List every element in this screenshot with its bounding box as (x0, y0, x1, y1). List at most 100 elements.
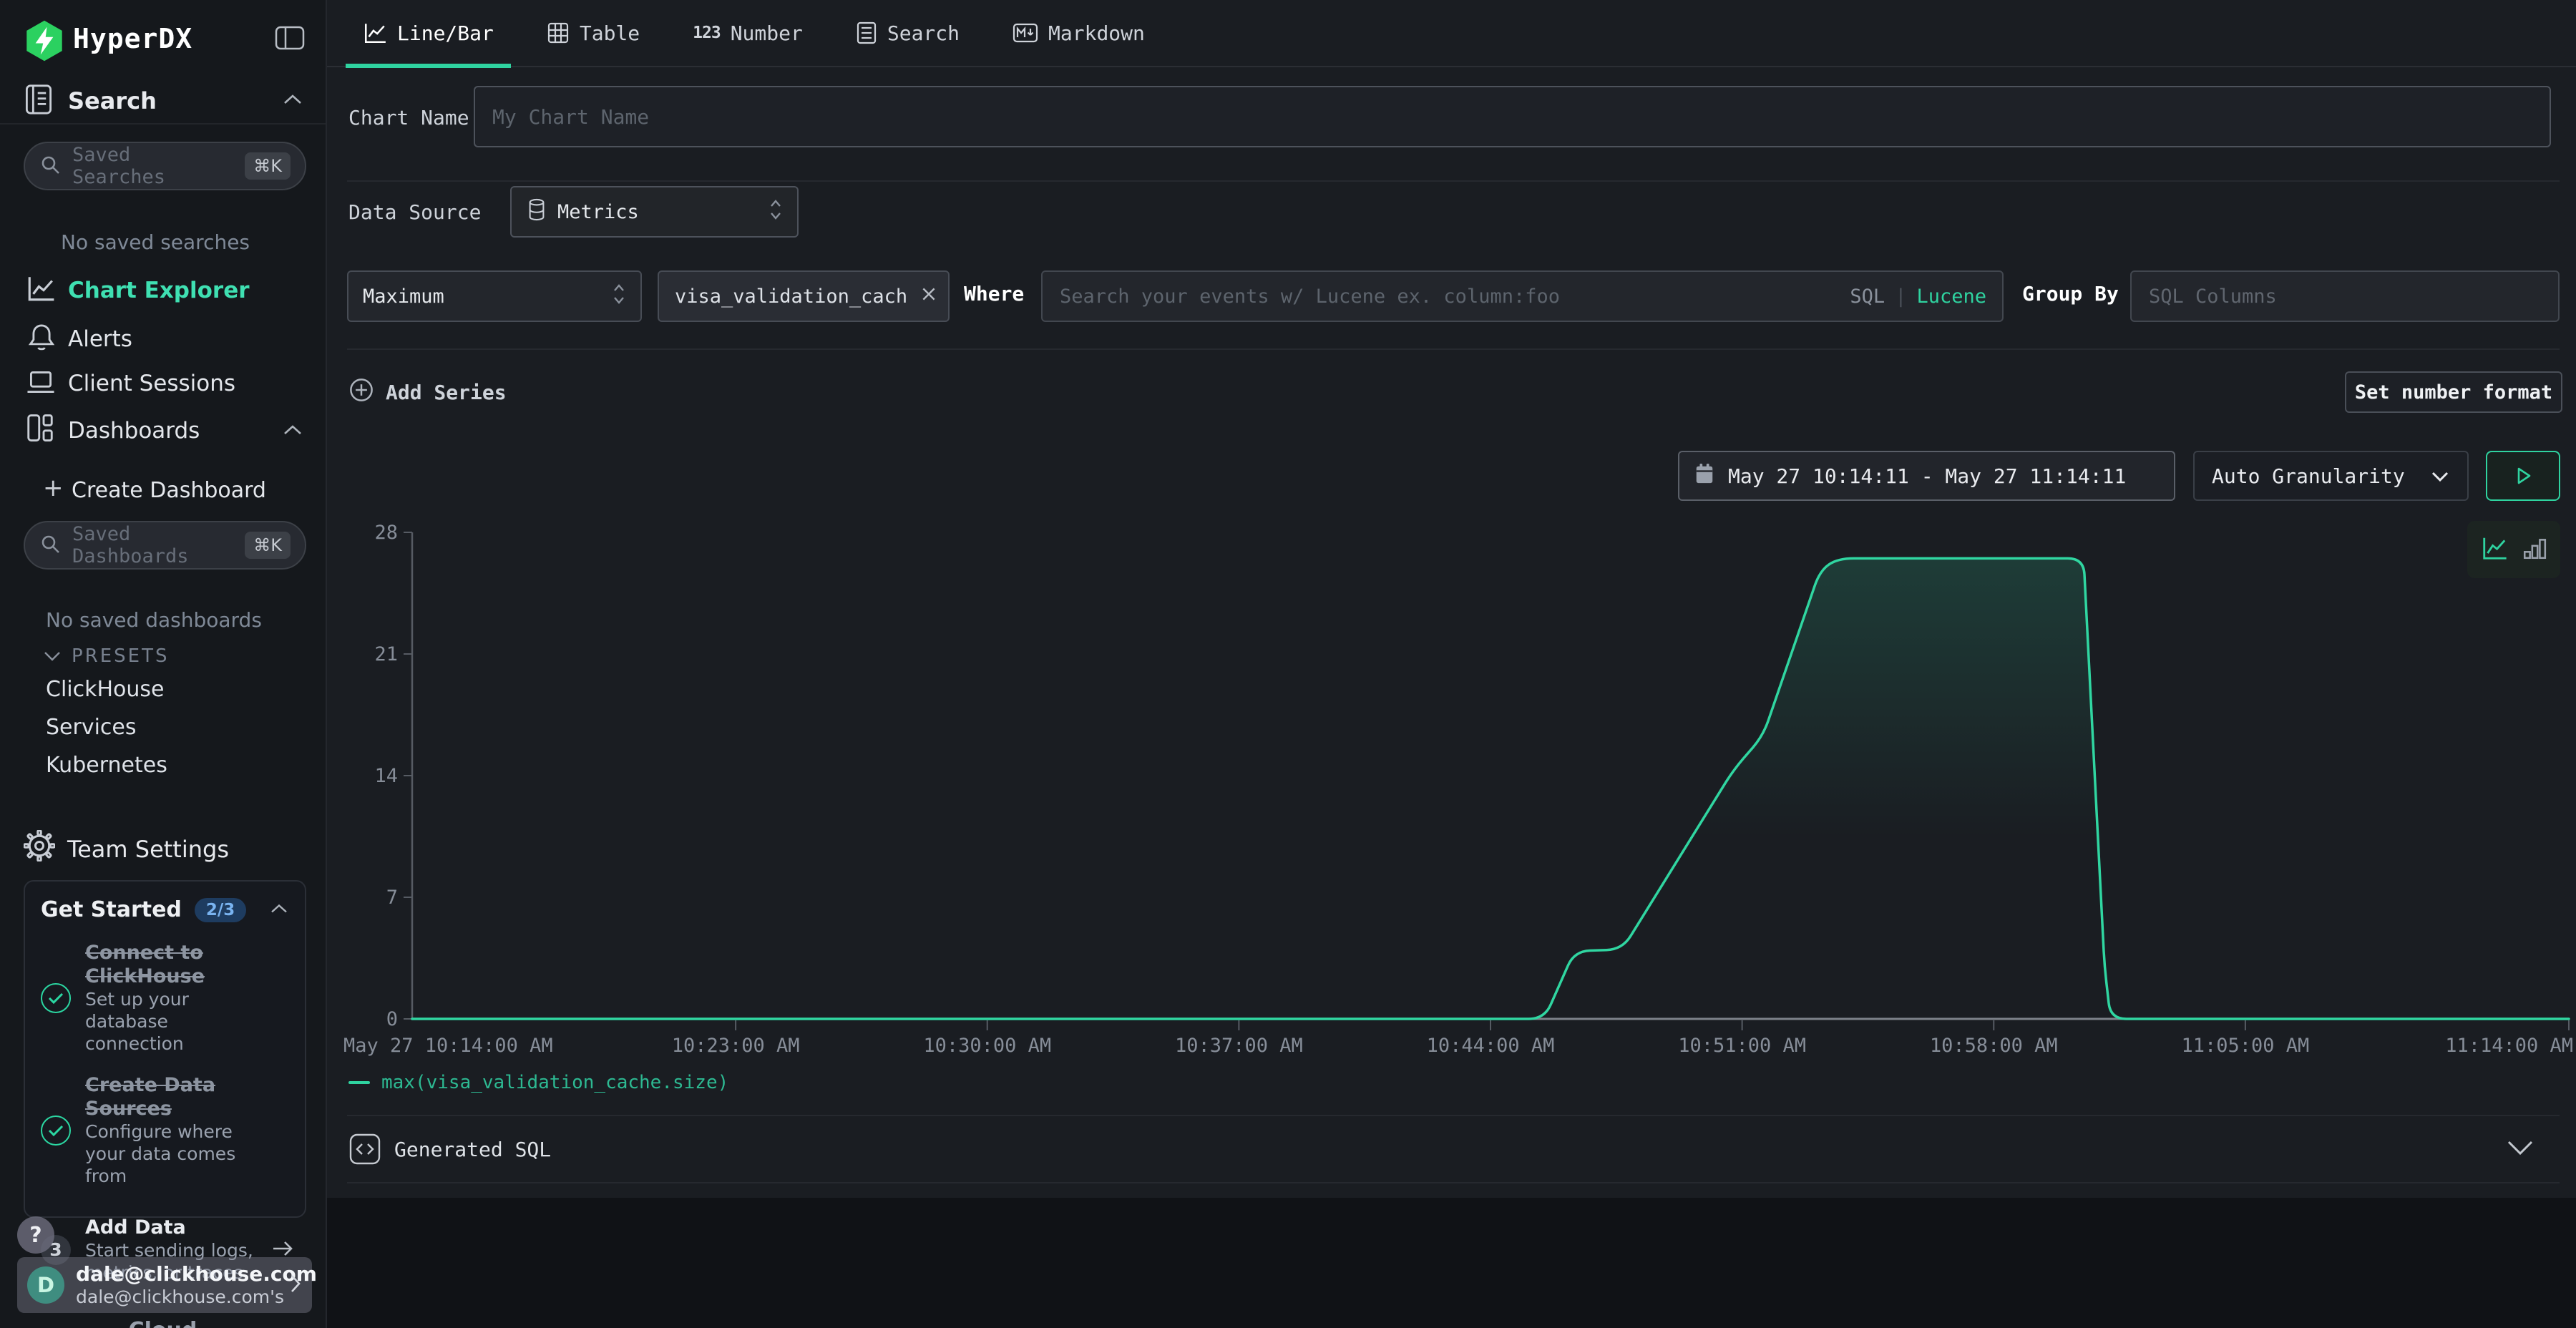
create-dashboard-button[interactable]: Create Dashboard (72, 478, 266, 503)
sidebar-item-dashboards[interactable]: Dashboards (68, 418, 200, 444)
where-search-input[interactable] (1058, 285, 1850, 308)
chevron-right-icon (289, 1273, 302, 1297)
saved-searches-input[interactable]: Saved Searches ⌘K (24, 142, 306, 190)
svg-text:10:30:00 AM: 10:30:00 AM (923, 1035, 1051, 1057)
generated-sql-toggle[interactable]: Generated SQL (394, 1138, 551, 1161)
chart-name-label: Chart Name (348, 106, 469, 130)
tab-line-bar[interactable]: Line/Bar (346, 0, 511, 67)
sidebar-item-team-settings[interactable]: Team Settings (67, 836, 229, 863)
search-collapse-chevron-icon[interactable] (282, 92, 303, 110)
aggregation-select[interactable]: Maximum (347, 270, 642, 322)
line-bar-tab-icon (363, 21, 387, 45)
sidebar-item-alerts[interactable]: Alerts (68, 326, 132, 352)
metric-field-tag[interactable]: visa_validation_cach (658, 270, 950, 322)
collapse-sidebar-icon[interactable] (274, 23, 306, 56)
svg-text:28: 28 (374, 522, 398, 544)
help-button[interactable]: ? (17, 1216, 54, 1254)
sql-mode-toggle[interactable]: SQL (1850, 285, 1885, 308)
svg-text:10:37:00 AM: 10:37:00 AM (1175, 1035, 1303, 1057)
where-input-group: SQL | Lucene (1041, 270, 2004, 322)
group-by-input[interactable] (2130, 270, 2560, 322)
svg-text:May 27 10:14:00 AM: May 27 10:14:00 AM (343, 1035, 553, 1057)
tab-label: Table (580, 21, 640, 45)
tab-label: Search (887, 21, 960, 45)
section-divider (347, 180, 2560, 182)
tab-table[interactable]: Table (530, 0, 657, 67)
presets-header[interactable]: PRESETS (72, 645, 170, 667)
sidebar-divider (0, 123, 326, 125)
app-title: HyperDX (73, 23, 192, 54)
saved-searches-shortcut: ⌘K (245, 152, 291, 180)
no-saved-dashboards-note: No saved dashboards (46, 608, 262, 632)
user-email: dale@clickhouse.com (76, 1262, 278, 1286)
legend-label: max(visa_validation_cache.size) (381, 1072, 728, 1093)
granularity-select[interactable]: Auto Granularity (2193, 451, 2469, 501)
saved-dashboards-input[interactable]: Saved Dashboards ⌘K (24, 521, 306, 570)
svg-text:0: 0 (386, 1008, 398, 1030)
saved-dashboards-placeholder: Saved Dashboards (72, 523, 233, 567)
get-started-collapse-chevron-icon[interactable] (269, 902, 289, 919)
avatar: D (27, 1266, 64, 1304)
step-title: Add Data (85, 1216, 257, 1239)
tab-number[interactable]: 123 Number (675, 0, 820, 67)
laptop-icon (26, 368, 56, 399)
search-icon (39, 154, 61, 178)
chart-legend[interactable]: max(visa_validation_cache.size) (348, 1072, 728, 1093)
saved-searches-placeholder: Saved Searches (72, 144, 233, 188)
number-123-icon: 123 (693, 24, 721, 42)
get-started-step-connect[interactable]: Connect to ClickHouse Set up your databa… (41, 941, 289, 1055)
set-number-format-button[interactable]: Set number format (2345, 371, 2562, 413)
chevron-down-icon[interactable] (2504, 1138, 2536, 1161)
check-circle-icon (41, 1115, 71, 1146)
user-menu[interactable]: D dale@clickhouse.com dale@clickhouse.co… (17, 1257, 312, 1313)
svg-text:10:51:00 AM: 10:51:00 AM (1678, 1035, 1806, 1057)
markdown-tab-icon (1013, 22, 1038, 44)
check-circle-icon (41, 983, 71, 1013)
add-series-button[interactable]: Add Series (348, 377, 507, 408)
chart-name-input[interactable] (474, 86, 2551, 147)
svg-text:7: 7 (386, 887, 398, 909)
date-range-picker[interactable]: May 27 10:14:11 - May 27 11:14:11 (1678, 451, 2175, 501)
sidebar-section-search[interactable]: Search (68, 87, 157, 114)
svg-text:11:14:00 AM: 11:14:00 AM (2445, 1035, 2573, 1057)
tab-markdown[interactable]: Markdown (995, 0, 1162, 67)
preset-item-kubernetes[interactable]: Kubernetes (46, 753, 167, 778)
chart-area-fill (412, 558, 2569, 1019)
data-source-select[interactable]: Metrics (510, 186, 799, 238)
page-footer-area (327, 1198, 2576, 1328)
close-icon[interactable] (920, 285, 937, 308)
tab-label: Line/Bar (397, 21, 494, 45)
mode-separator: | (1895, 285, 1906, 308)
get-started-step-datasources[interactable]: Create Data Sources Configure where your… (41, 1073, 289, 1187)
saved-dashboards-shortcut: ⌘K (245, 532, 291, 559)
step-description: Set up your database connection (85, 988, 271, 1055)
metric-field-name: visa_validation_cach (675, 285, 907, 308)
presets-chevron-down-icon[interactable] (43, 650, 62, 665)
section-divider (347, 348, 2560, 350)
tab-search[interactable]: Search (839, 0, 977, 67)
sidebar-item-chart-explorer[interactable]: Chart Explorer (68, 278, 250, 303)
run-query-button[interactable] (2486, 451, 2560, 501)
chevron-down-icon (2430, 464, 2450, 488)
step-title: Create Data Sources (85, 1073, 293, 1120)
dashboards-collapse-chevron-icon[interactable] (282, 422, 303, 441)
data-source-label: Data Source (348, 200, 481, 224)
sidebar-item-client-sessions[interactable]: Client Sessions (68, 371, 235, 396)
timeseries-chart[interactable]: 07142128May 27 10:14:00 AM10:23:00 AM10:… (329, 501, 2576, 1080)
legend-swatch (348, 1081, 370, 1084)
svg-text:10:58:00 AM: 10:58:00 AM (1930, 1035, 2058, 1057)
tab-label: Markdown (1048, 21, 1145, 45)
hyperdx-app: HyperDX Search Saved Searches ⌘K (0, 0, 2576, 1328)
user-team-overflow: Cloud (0, 1318, 326, 1328)
preset-item-clickhouse[interactable]: ClickHouse (46, 677, 165, 702)
calendar-icon (1694, 462, 1715, 490)
database-icon (526, 197, 547, 227)
user-team: dale@clickhouse.com's (76, 1286, 278, 1308)
bell-icon (27, 322, 56, 355)
preset-item-services[interactable]: Services (46, 715, 137, 740)
plus-icon: + (43, 474, 64, 502)
get-started-progress-badge: 2/3 (195, 898, 246, 922)
aggregation-value: Maximum (363, 285, 444, 308)
lucene-mode-toggle[interactable]: Lucene (1916, 285, 1986, 308)
chart-series-line (412, 558, 2569, 1019)
